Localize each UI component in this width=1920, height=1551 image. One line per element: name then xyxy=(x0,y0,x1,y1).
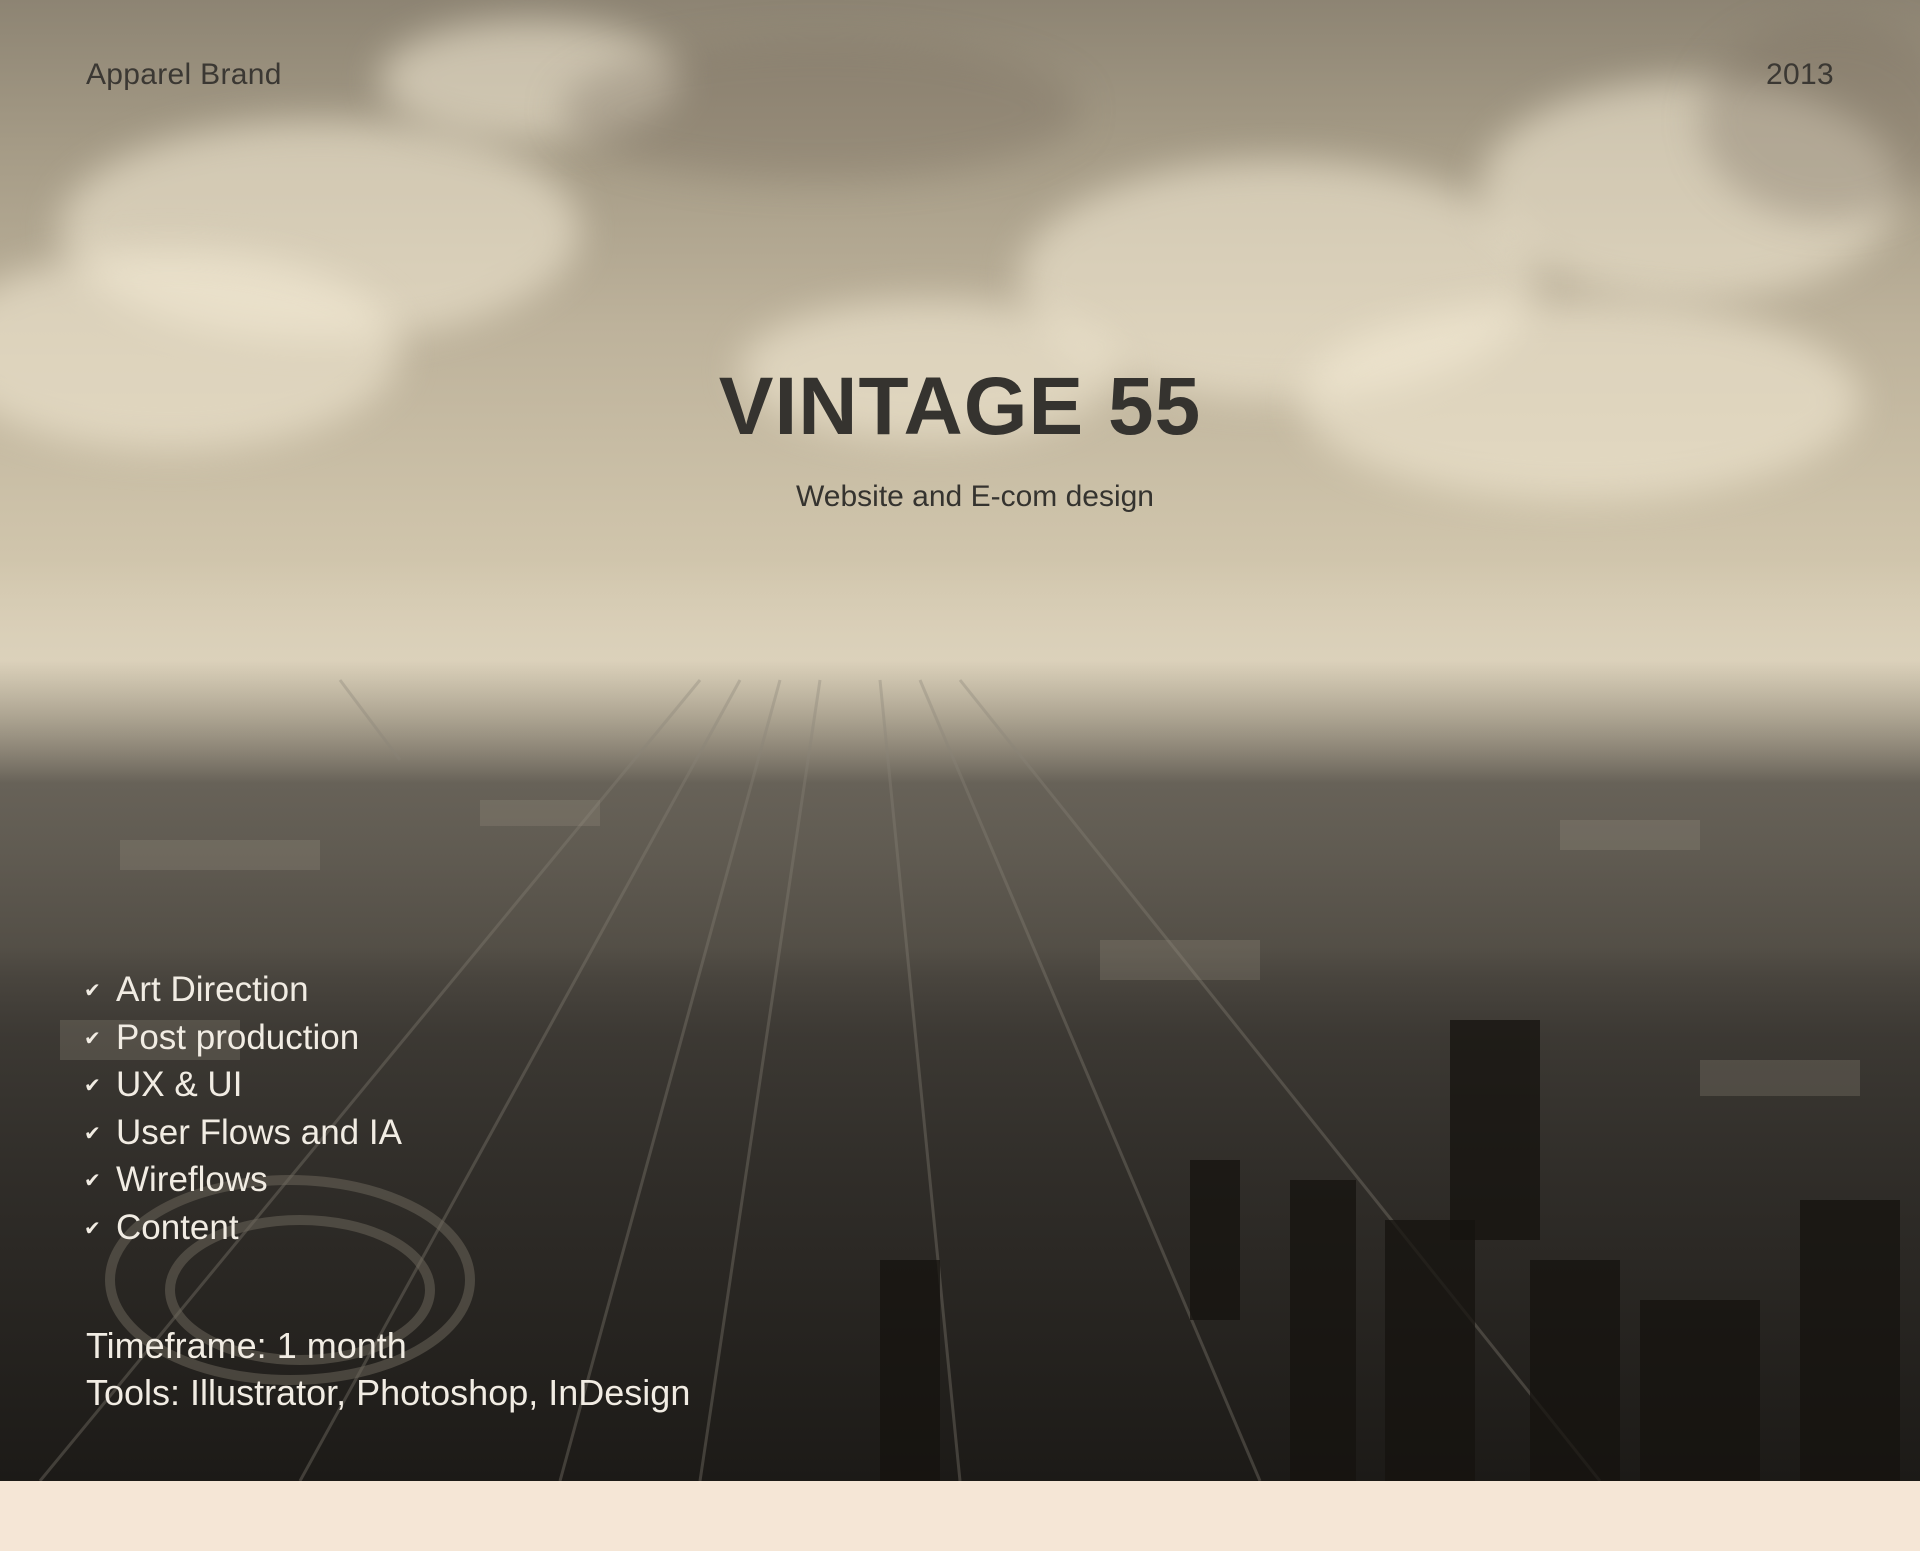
service-label: User Flows and IA xyxy=(116,1112,402,1152)
check-icon: ✔ xyxy=(84,1217,101,1240)
services-list: ✔ Art Direction ✔ Post production ✔ UX & UI… xyxy=(84,966,402,1251)
service-label: Art Direction xyxy=(116,970,309,1009)
check-icon: ✔ xyxy=(84,1027,101,1050)
service-label: Wireflows xyxy=(116,1160,268,1199)
check-icon: ✔ xyxy=(84,1075,101,1097)
list-item: ✔ Wireflows xyxy=(84,1156,402,1204)
check-icon: ✔ xyxy=(84,1122,101,1145)
check-icon: ✔ xyxy=(84,1170,101,1192)
project-details: Timeframe: 1 month Tools: Illustrator, P… xyxy=(86,1322,690,1416)
service-label: Post production xyxy=(116,1017,360,1057)
list-item: ✔ Content xyxy=(84,1204,402,1252)
project-title: VINTAGE 55 xyxy=(718,361,1202,452)
check-icon: ✔ xyxy=(84,980,101,1002)
project-subtitle: Website and E-com design xyxy=(796,480,1154,513)
project-year: 2013 xyxy=(1766,58,1834,91)
hero-image xyxy=(0,0,1920,1481)
bottom-band xyxy=(0,1481,1920,1551)
service-label: Content xyxy=(116,1207,239,1247)
list-item: ✔ User Flows and IA xyxy=(84,1109,402,1157)
project-category: Apparel Brand xyxy=(86,58,282,91)
timeframe: Timeframe: 1 month xyxy=(86,1325,407,1366)
list-item: ✔ Post production xyxy=(84,1014,402,1062)
list-item: ✔ Art Direction xyxy=(84,966,402,1014)
tools: Tools: Illustrator, Photoshop, InDesign xyxy=(86,1372,691,1413)
service-label: UX & UI xyxy=(116,1065,243,1104)
list-item: ✔ UX & UI xyxy=(84,1061,402,1109)
